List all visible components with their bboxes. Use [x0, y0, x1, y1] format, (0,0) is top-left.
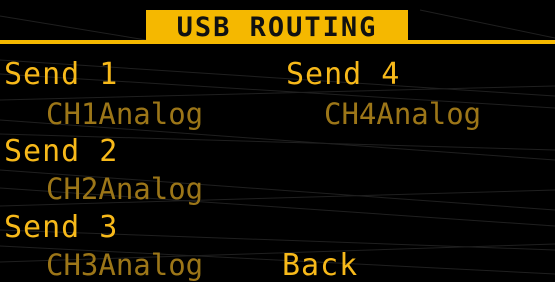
send-2-source[interactable]: CH2Analog — [46, 175, 203, 204]
usb-routing-screen: USB ROUTING Send 1 CH1Analog Send 4 CH4A… — [0, 0, 555, 282]
send-1-label[interactable]: Send 1 — [4, 60, 118, 90]
send-3-source[interactable]: CH3Analog — [46, 251, 203, 280]
send-4-source[interactable]: CH4Analog — [324, 100, 481, 129]
page-title: USB ROUTING — [176, 11, 378, 43]
send-3-label[interactable]: Send 3 — [4, 213, 118, 243]
send-2-label[interactable]: Send 2 — [4, 137, 118, 167]
send-4-label[interactable]: Send 4 — [286, 60, 400, 90]
send-1-source[interactable]: CH1Analog — [46, 100, 203, 129]
title-banner: USB ROUTING — [146, 10, 408, 44]
back-button[interactable]: Back — [282, 251, 358, 281]
